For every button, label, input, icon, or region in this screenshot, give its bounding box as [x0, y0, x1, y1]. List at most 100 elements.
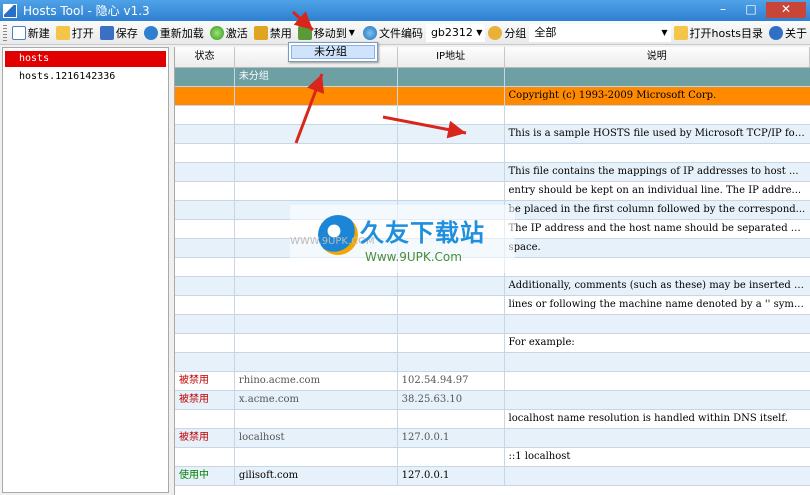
disable-button[interactable]: 禁用: [251, 23, 295, 43]
table-row[interactable]: This is a sample HOSTS file used by Micr…: [175, 125, 810, 144]
move-icon: [297, 25, 312, 40]
cell-status: [175, 296, 235, 314]
chevron-down-icon: ▼: [661, 27, 668, 37]
watermark: WWW.9UPK.COM 久友下载站 Www.9UPK.Com: [290, 205, 515, 273]
header-status[interactable]: 状态: [175, 47, 235, 67]
watermark-logo-icon: [318, 215, 358, 255]
tree-item-hosts[interactable]: hosts: [5, 51, 166, 67]
cell-description: [505, 391, 810, 409]
table-row[interactable]: ::1 localhost: [175, 448, 810, 467]
cell-status: [175, 182, 235, 200]
table-row[interactable]: 被禁用 rhino.acme.com 102.54.94.97: [175, 372, 810, 391]
activate-button[interactable]: 激活: [207, 23, 251, 43]
cell-ip: [398, 163, 505, 181]
help-icon: [769, 25, 783, 40]
table-row[interactable]: Copyright (c) 1993-2009 Microsoft Corp.: [175, 87, 810, 106]
floppy-icon: [99, 25, 114, 40]
cell-status: [175, 410, 235, 428]
cell-status: [175, 144, 235, 162]
hosts-file-tree[interactable]: hosts hosts.1216142336: [2, 47, 169, 493]
cell-status: 使用中: [175, 467, 235, 485]
reload-button[interactable]: 重新加载: [141, 23, 207, 43]
table-row[interactable]: [175, 144, 810, 163]
cell-status: [175, 87, 235, 105]
table-row[interactable]: [175, 353, 810, 372]
cell-description: [505, 467, 810, 485]
cell-description: ::1 localhost: [508, 451, 571, 462]
cell-status: [175, 315, 235, 333]
cell-domain: [235, 448, 398, 466]
cell-ip: [398, 87, 505, 105]
cell-domain: [235, 410, 398, 428]
header-description[interactable]: 说明: [505, 47, 810, 67]
header-ip[interactable]: IP地址: [398, 47, 505, 67]
cell-domain: [235, 296, 398, 314]
cell-ip: 127.0.0.1: [398, 429, 505, 447]
cell-description: [505, 144, 810, 162]
cell-status: [175, 258, 235, 276]
table-row[interactable]: This file contains the mappings of IP ad…: [175, 163, 810, 182]
table-row[interactable]: 被禁用 localhost 127.0.0.1: [175, 429, 810, 448]
group-button[interactable]: 分组: [485, 23, 529, 43]
close-button[interactable]: ✕: [766, 2, 806, 18]
cell-status: [175, 125, 235, 143]
green-dot-icon: [209, 25, 224, 40]
cell-domain: [235, 353, 398, 371]
encoding-select[interactable]: gb2312 ▼: [425, 23, 486, 42]
cell-description: lines or following the machine name deno…: [508, 299, 810, 310]
cell-domain: [235, 315, 398, 333]
cell-ip: [398, 277, 505, 295]
cell-ip: 38.25.63.10: [398, 391, 505, 409]
cell-ip: [398, 68, 505, 86]
table-row[interactable]: 使用中 gilisoft.com 127.0.0.1: [175, 467, 810, 486]
new-button[interactable]: 新建: [9, 23, 53, 43]
cell-domain: 未分组: [235, 68, 398, 86]
cell-status: [175, 448, 235, 466]
table-row[interactable]: entry should be kept on an individual li…: [175, 182, 810, 201]
group-row[interactable]: 未分组: [175, 68, 810, 87]
table-row[interactable]: [175, 315, 810, 334]
cell-description: Additionally, comments (such as these) m…: [508, 280, 810, 291]
cell-domain: localhost: [235, 429, 398, 447]
cell-domain: x.acme.com: [235, 391, 398, 409]
table-row[interactable]: localhost name resolution is handled wit…: [175, 410, 810, 429]
cell-domain: [235, 144, 398, 162]
group-select[interactable]: 全部 ▼: [529, 23, 671, 42]
cell-status: [175, 239, 235, 257]
save-button[interactable]: 保存: [97, 23, 141, 43]
minimize-button[interactable]: –: [710, 2, 736, 18]
grid-header: 状态 IP地址 说明: [175, 47, 810, 68]
maximize-button[interactable]: □: [738, 2, 764, 18]
dropdown-item-ungrouped[interactable]: 未分组: [291, 45, 375, 59]
cell-status: [175, 106, 235, 124]
cell-ip: [398, 296, 505, 314]
globe-icon: [362, 25, 377, 40]
table-row[interactable]: lines or following the machine name deno…: [175, 296, 810, 315]
window-title: Hosts Tool - 隐心 v1.3: [23, 4, 150, 18]
cell-domain: [235, 163, 398, 181]
table-row[interactable]: For example:: [175, 334, 810, 353]
cell-description: localhost name resolution is handled wit…: [508, 413, 788, 424]
move-to-button[interactable]: 移动到 ▼: [295, 23, 360, 43]
table-row[interactable]: Additionally, comments (such as these) m…: [175, 277, 810, 296]
tree-item-hosts-backup[interactable]: hosts.1216142336: [3, 69, 168, 85]
table-row[interactable]: [175, 106, 810, 125]
cell-status: 被禁用: [175, 372, 235, 390]
table-row[interactable]: 被禁用 x.acme.com 38.25.63.10: [175, 391, 810, 410]
encoding-button[interactable]: 文件编码: [360, 23, 426, 43]
open-hosts-dir-button[interactable]: 打开hosts目录: [671, 23, 766, 43]
chevron-down-icon: ▼: [476, 27, 483, 37]
cell-ip: [398, 353, 505, 371]
cell-description: [505, 372, 810, 390]
chevron-down-icon: ▼: [348, 28, 355, 37]
cell-status: 被禁用: [175, 391, 235, 409]
cell-status: [175, 163, 235, 181]
open-button[interactable]: 打开: [53, 23, 97, 43]
cell-ip: [398, 448, 505, 466]
cell-description: The IP address and the host name should …: [508, 223, 810, 234]
cell-description: be placed in the first column followed b…: [508, 204, 806, 215]
app-icon: [3, 3, 17, 18]
cell-domain: [235, 334, 398, 352]
about-button[interactable]: 关于: [766, 23, 810, 43]
toolbar-grip[interactable]: [3, 24, 7, 41]
